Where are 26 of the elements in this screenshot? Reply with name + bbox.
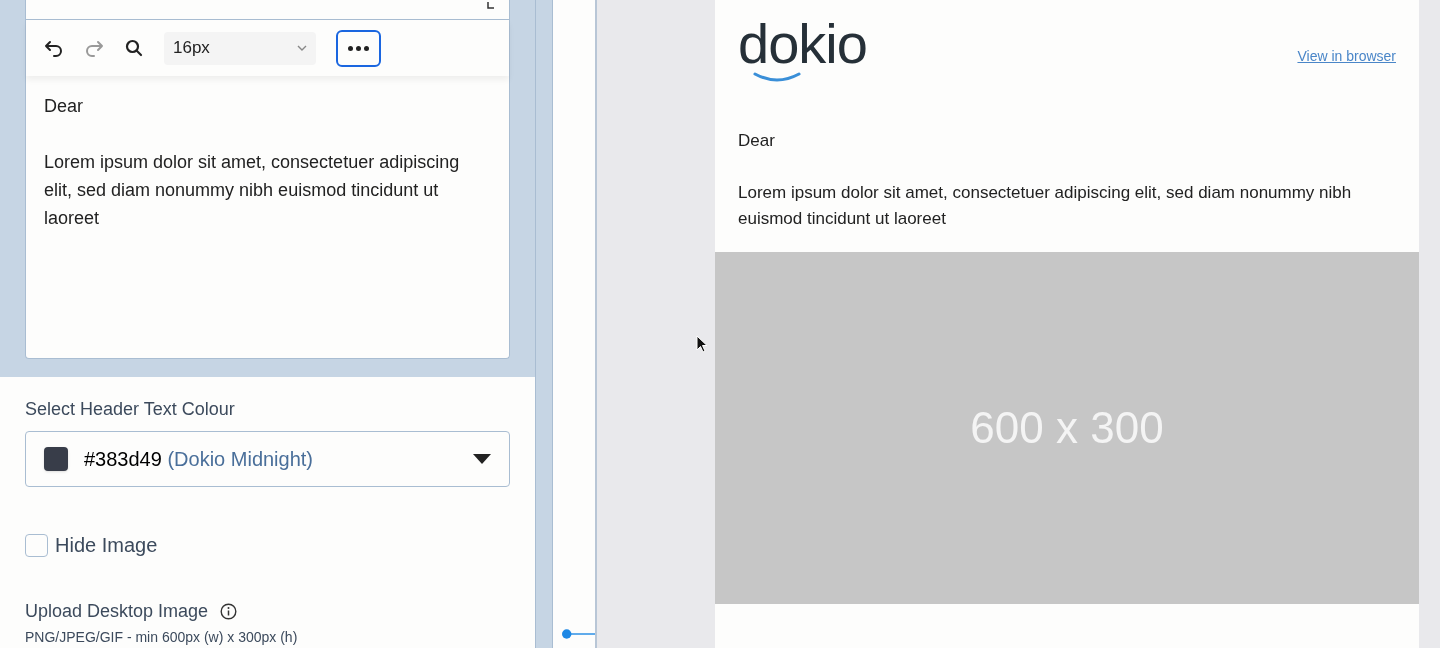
redo-icon[interactable] xyxy=(84,38,104,58)
checkbox[interactable] xyxy=(25,533,48,557)
editor-paragraph: Dear xyxy=(44,95,84,118)
email-paragraph: Dear xyxy=(738,130,776,152)
cursor-icon xyxy=(696,335,707,353)
checkbox-label: Hide Image xyxy=(55,533,158,558)
info-icon[interactable] xyxy=(220,603,238,620)
search-icon[interactable] xyxy=(124,38,144,58)
slider-handle[interactable] xyxy=(562,629,595,639)
font-size-dropdown[interactable]: 16px xyxy=(164,31,316,65)
editor-paragraph: Lorem ipsum dolor sit amet, consectetuer adipiscing elit, sed diam nonummy nibh euismod tincidunt ut laoreet xyxy=(44,151,461,230)
editor-text-area[interactable]: Dear Lorem ipsum dolor sit amet, consectetuer adipiscing elit, sed diam nonummy nibh euismod tincidunt ut laoreet xyxy=(26,76,509,358)
colour-select[interactable]: #383d49 (Dokio Midnight) xyxy=(25,431,510,487)
smile-icon xyxy=(753,72,801,82)
undo-icon[interactable] xyxy=(44,38,64,58)
upload-hint: PNG/JPEG/GIF - min 600px (w) x 300px (h) xyxy=(25,628,299,647)
expand-icon[interactable] xyxy=(487,1,495,9)
upload-label: Upload Desktop Image xyxy=(25,600,209,623)
view-in-browser-link[interactable]: View in browser xyxy=(1297,46,1396,67)
email-paragraph: Lorem ipsum dolor sit amet, consectetuer adipiscing elit, sed diam nonummy nibh euismod tincidunt ut laoreet xyxy=(738,182,1353,230)
caret-icon xyxy=(473,454,491,464)
logo-wordmark: dokio xyxy=(738,14,867,74)
more-button[interactable] xyxy=(336,29,381,67)
colour-value: #383d49 (Dokio Midnight) xyxy=(84,447,315,472)
chevron-icon xyxy=(297,45,307,51)
field-label: Select Header Text Colour xyxy=(25,398,236,421)
